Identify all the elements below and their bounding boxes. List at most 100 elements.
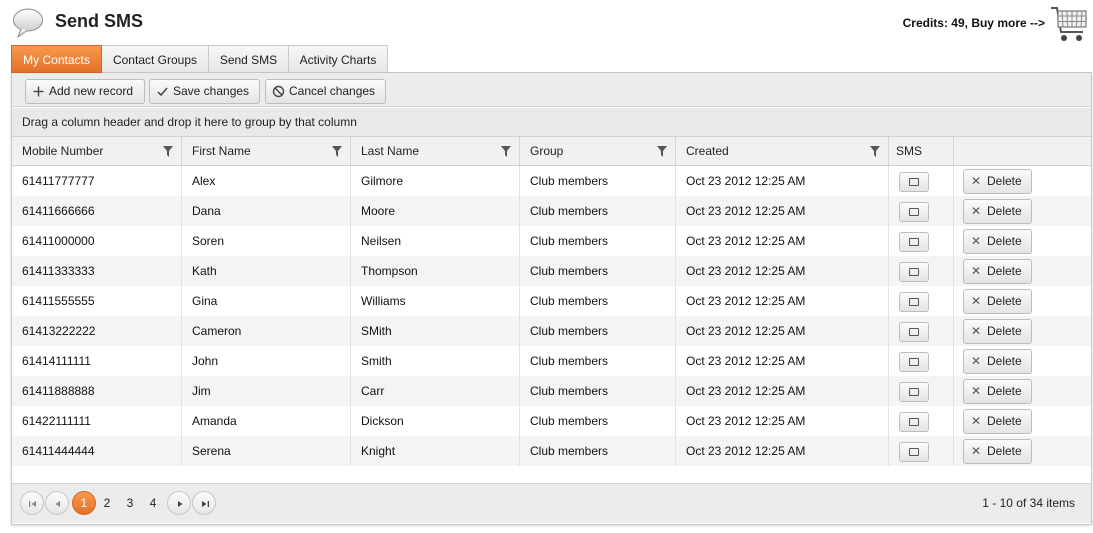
cell-last-name: Gilmore xyxy=(351,166,520,196)
table-row[interactable]: 61411000000 Soren Neilsen Club members Oct 2… xyxy=(12,226,1091,256)
delete-button[interactable]: ✕ Delete xyxy=(963,439,1032,464)
cell-mobile: 61411444444 xyxy=(12,436,182,466)
table-row[interactable]: 61413222222 Cameron SMith Club members Oct 2… xyxy=(12,316,1091,346)
delete-button[interactable]: ✕ Delete xyxy=(963,169,1032,194)
shopping-cart-icon[interactable] xyxy=(1049,2,1089,44)
first-page-icon xyxy=(29,501,36,507)
cell-created: Oct 23 2012 12:25 AM xyxy=(676,316,889,346)
filter-icon[interactable] xyxy=(870,146,880,157)
table-row[interactable]: 61411777777 Alex Gilmore Club members Oct 23… xyxy=(12,166,1091,196)
tab-activity-charts[interactable]: Activity Charts xyxy=(289,45,388,73)
delete-button[interactable]: ✕ Delete xyxy=(963,319,1032,344)
cell-created: Oct 23 2012 12:25 AM xyxy=(676,346,889,376)
cell-actions: ✕ Delete xyxy=(954,376,1091,406)
table-row[interactable]: 61411555555 Gina Williams Club members Oct 2… xyxy=(12,286,1091,316)
cell-created: Oct 23 2012 12:25 AM xyxy=(676,196,889,226)
page-number-button[interactable]: 3 xyxy=(118,491,142,515)
send-sms-button[interactable] xyxy=(899,352,929,372)
cell-first-name: Serena xyxy=(182,436,351,466)
column-header-first-name[interactable]: First Name xyxy=(182,137,351,166)
column-label: First Name xyxy=(192,144,251,158)
cell-actions: ✕ Delete xyxy=(954,436,1091,466)
filter-icon[interactable] xyxy=(163,146,173,157)
tab-my-contacts[interactable]: My Contacts xyxy=(11,45,102,73)
send-sms-button[interactable] xyxy=(899,232,929,252)
close-icon: ✕ xyxy=(971,174,982,188)
cell-first-name: John xyxy=(182,346,351,376)
group-drop-area[interactable]: Drag a column header and drop it here to… xyxy=(12,108,1091,137)
cell-actions: ✕ Delete xyxy=(954,256,1091,286)
table-row[interactable]: 61411888888 Jim Carr Club members Oct 23 201… xyxy=(12,376,1091,406)
message-icon xyxy=(909,238,919,246)
cell-mobile: 61413222222 xyxy=(12,316,182,346)
column-header-actions xyxy=(954,137,1091,166)
next-page-icon xyxy=(178,501,183,507)
tab-send-sms[interactable]: Send SMS xyxy=(209,45,289,73)
column-header-mobile[interactable]: Mobile Number xyxy=(12,137,182,166)
delete-label: Delete xyxy=(987,414,1022,428)
cancel-icon xyxy=(272,85,285,98)
credits-link[interactable]: Credits: 49, Buy more --> xyxy=(903,16,1045,30)
delete-button[interactable]: ✕ Delete xyxy=(963,289,1032,314)
filter-icon[interactable] xyxy=(657,146,667,157)
cell-first-name: Jim xyxy=(182,376,351,406)
close-icon: ✕ xyxy=(971,444,982,458)
page-number-button[interactable]: 2 xyxy=(95,491,119,515)
add-record-button[interactable]: Add new record xyxy=(25,79,145,104)
cell-sms xyxy=(889,166,954,196)
grid-toolbar: Add new record Save changes Cancel chang… xyxy=(12,73,1091,107)
table-row[interactable]: 61422111111 Amanda Dickson Club members Oct … xyxy=(12,406,1091,436)
delete-button[interactable]: ✕ Delete xyxy=(963,409,1032,434)
send-sms-button[interactable] xyxy=(899,172,929,192)
cell-mobile: 61411666666 xyxy=(12,196,182,226)
table-row[interactable]: 61411666666 Dana Moore Club members Oct 23 2… xyxy=(12,196,1091,226)
cancel-changes-button[interactable]: Cancel changes xyxy=(265,79,386,104)
column-header-sms: SMS xyxy=(889,137,954,166)
message-icon xyxy=(909,298,919,306)
cell-sms xyxy=(889,316,954,346)
cell-created: Oct 23 2012 12:25 AM xyxy=(676,226,889,256)
tab-contact-groups[interactable]: Contact Groups xyxy=(102,45,209,73)
cell-actions: ✕ Delete xyxy=(954,196,1091,226)
previous-page-button[interactable] xyxy=(45,491,69,515)
close-icon: ✕ xyxy=(971,204,982,218)
filter-icon[interactable] xyxy=(332,146,342,157)
app-header: Send SMS Credits: 49, Buy more --> xyxy=(0,0,1093,45)
save-changes-button[interactable]: Save changes xyxy=(149,79,260,104)
table-row[interactable]: 61414111111 John Smith Club members Oct 23 2… xyxy=(12,346,1091,376)
send-sms-button[interactable] xyxy=(899,382,929,402)
cell-group: Club members xyxy=(520,346,676,376)
delete-button[interactable]: ✕ Delete xyxy=(963,199,1032,224)
cell-group: Club members xyxy=(520,316,676,346)
send-sms-button[interactable] xyxy=(899,292,929,312)
send-sms-button[interactable] xyxy=(899,322,929,342)
cell-group: Club members xyxy=(520,436,676,466)
cell-last-name: Smith xyxy=(351,346,520,376)
send-sms-button[interactable] xyxy=(899,202,929,222)
column-header-last-name[interactable]: Last Name xyxy=(351,137,520,166)
last-page-button[interactable] xyxy=(192,491,216,515)
cell-last-name: Williams xyxy=(351,286,520,316)
delete-button[interactable]: ✕ Delete xyxy=(963,259,1032,284)
delete-label: Delete xyxy=(987,384,1022,398)
column-header-created[interactable]: Created xyxy=(676,137,889,166)
cell-first-name: Amanda xyxy=(182,406,351,436)
next-page-button[interactable] xyxy=(167,491,191,515)
delete-label: Delete xyxy=(987,444,1022,458)
table-row[interactable]: 61411444444 Serena Knight Club members Oct 2… xyxy=(12,436,1091,466)
send-sms-button[interactable] xyxy=(899,412,929,432)
send-sms-button[interactable] xyxy=(899,442,929,462)
delete-button[interactable]: ✕ Delete xyxy=(963,349,1032,374)
page-number-button[interactable]: 1 xyxy=(72,491,96,515)
column-header-group[interactable]: Group xyxy=(520,137,676,166)
first-page-button[interactable] xyxy=(20,491,44,515)
cell-first-name: Gina xyxy=(182,286,351,316)
send-sms-button[interactable] xyxy=(899,262,929,282)
last-page-icon xyxy=(202,501,209,507)
cell-created: Oct 23 2012 12:25 AM xyxy=(676,376,889,406)
table-row[interactable]: 61411333333 Kath Thompson Club members Oct 2… xyxy=(12,256,1091,286)
delete-button[interactable]: ✕ Delete xyxy=(963,379,1032,404)
filter-icon[interactable] xyxy=(501,146,511,157)
delete-button[interactable]: ✕ Delete xyxy=(963,229,1032,254)
page-number-button[interactable]: 4 xyxy=(141,491,165,515)
